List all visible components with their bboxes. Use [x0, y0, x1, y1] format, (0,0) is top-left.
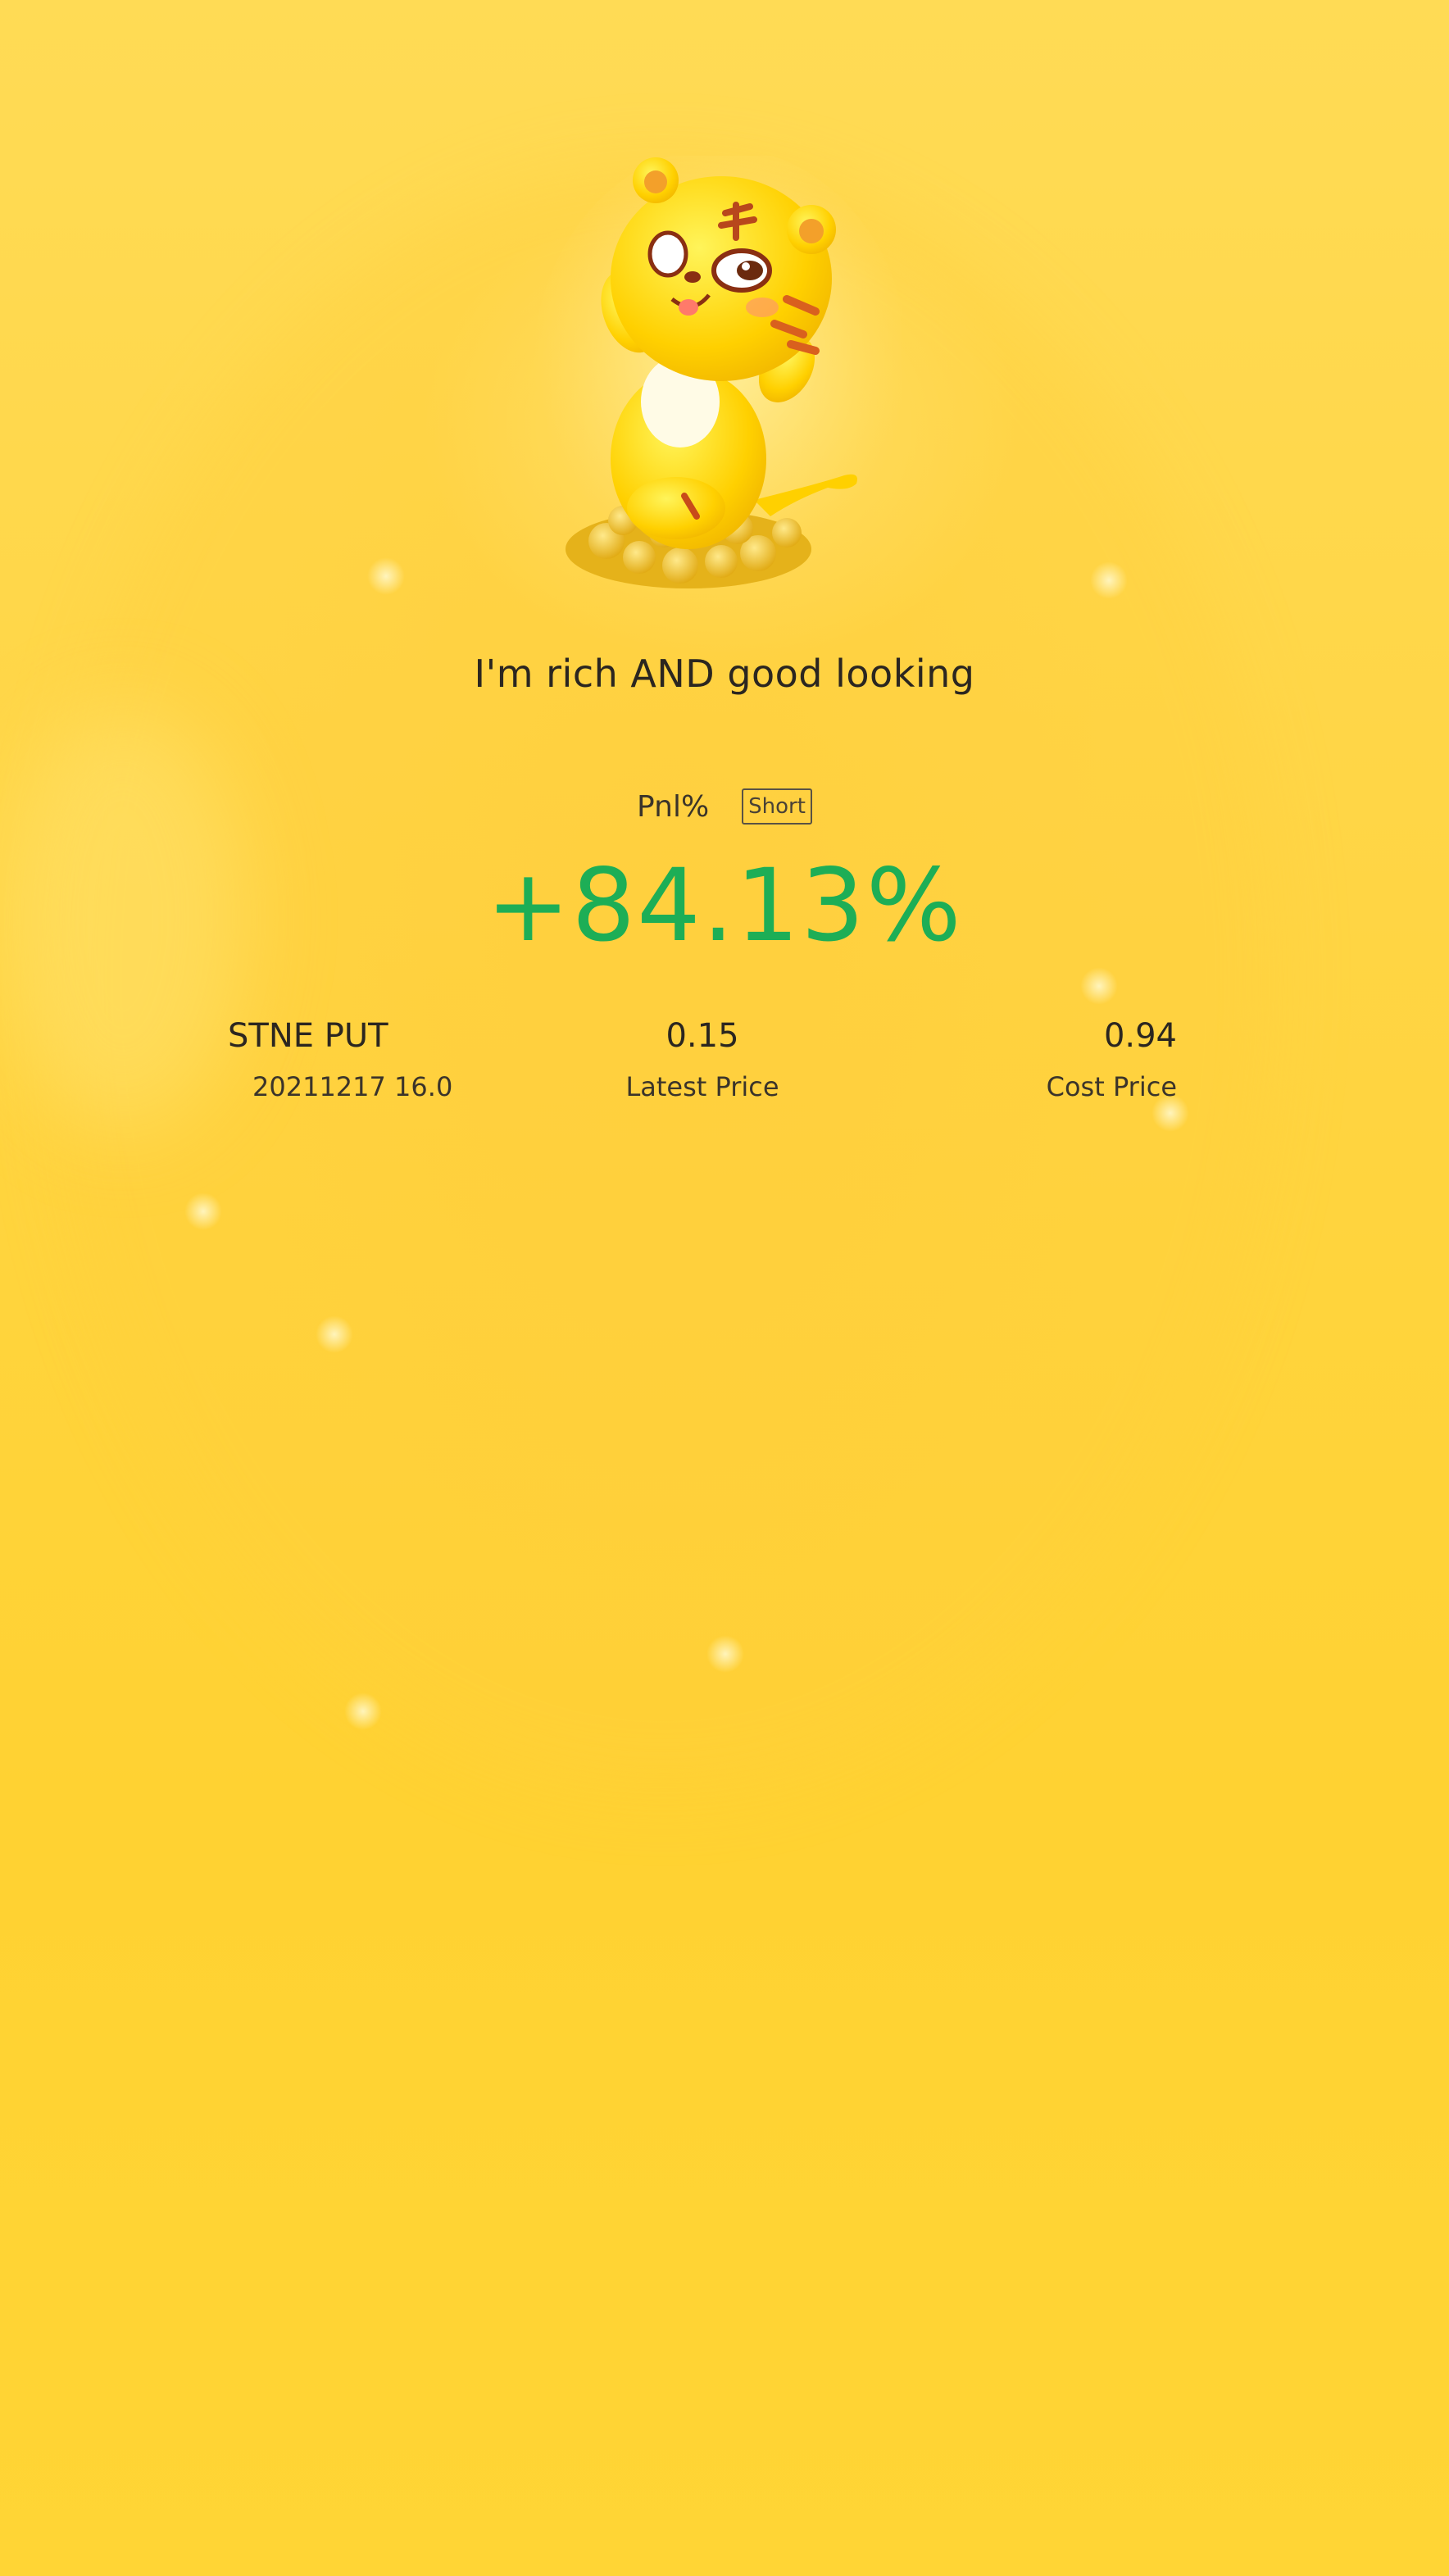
pnl-header: Pnl% Short: [0, 788, 1449, 825]
direction-badge: Short: [742, 788, 812, 825]
pnl-label: Pnl%: [637, 789, 710, 824]
sparkle: [367, 557, 405, 595]
latest-price-label: Latest Price: [625, 1071, 779, 1102]
sparkle: [1080, 967, 1118, 1005]
sparkle: [1090, 561, 1128, 599]
sparkle: [706, 1635, 744, 1673]
sparkle: [184, 1193, 222, 1230]
position-stats: STNE PUT 20211217 16.0 0.15 Latest Price…: [228, 1013, 1177, 1111]
sparkle: [344, 1692, 382, 1730]
pnl-percentage: +84.13%: [486, 847, 963, 964]
cost-price-value: 0.94: [1103, 1017, 1177, 1055]
latest-price-value: 0.15: [665, 1017, 739, 1055]
tagline: I'm rich AND good looking: [474, 652, 975, 696]
sparkle: [316, 1315, 353, 1353]
tiger-mascot-icon: [525, 156, 902, 615]
cost-price-label: Cost Price: [1046, 1071, 1177, 1102]
